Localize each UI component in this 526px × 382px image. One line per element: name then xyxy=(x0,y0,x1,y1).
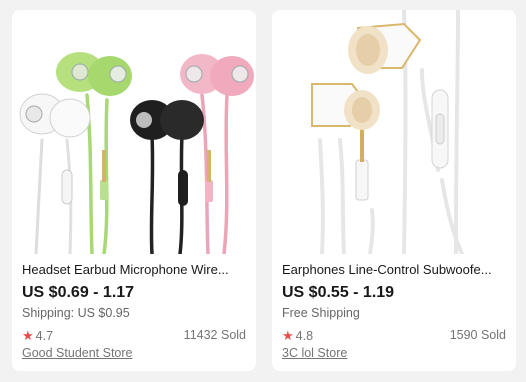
product-card[interactable]: Headset Earbud Microphone Wire... US $0.… xyxy=(12,10,256,371)
rating-value: 4.8 xyxy=(295,329,314,343)
product-image[interactable] xyxy=(272,10,516,254)
shipping-info: Shipping: US $0.95 xyxy=(22,306,130,320)
store-link[interactable]: 3C lol Store xyxy=(282,346,347,361)
product-title[interactable]: Headset Earbud Microphone Wire... xyxy=(22,262,248,278)
product-card[interactable]: Earphones Line-Control Subwoofe... US $0… xyxy=(272,10,516,371)
product-price: US $0.55 - 1.19 xyxy=(282,284,395,301)
sold-count: 11432 Sold xyxy=(183,328,246,342)
rating-value: 4.7 xyxy=(35,329,54,343)
product-rating: ★ 4.8 xyxy=(282,328,313,344)
product-title[interactable]: Earphones Line-Control Subwoofe... xyxy=(282,262,508,278)
shipping-info: Free Shipping xyxy=(282,306,360,320)
store-link[interactable]: Good Student Store xyxy=(22,346,133,361)
product-image[interactable] xyxy=(12,10,256,254)
star-icon: ★ xyxy=(22,328,34,343)
star-icon: ★ xyxy=(282,328,294,343)
product-rating: ★ 4.7 xyxy=(22,328,53,344)
product-price: US $0.69 - 1.17 xyxy=(22,284,135,301)
sold-count: 1590 Sold xyxy=(449,328,506,342)
